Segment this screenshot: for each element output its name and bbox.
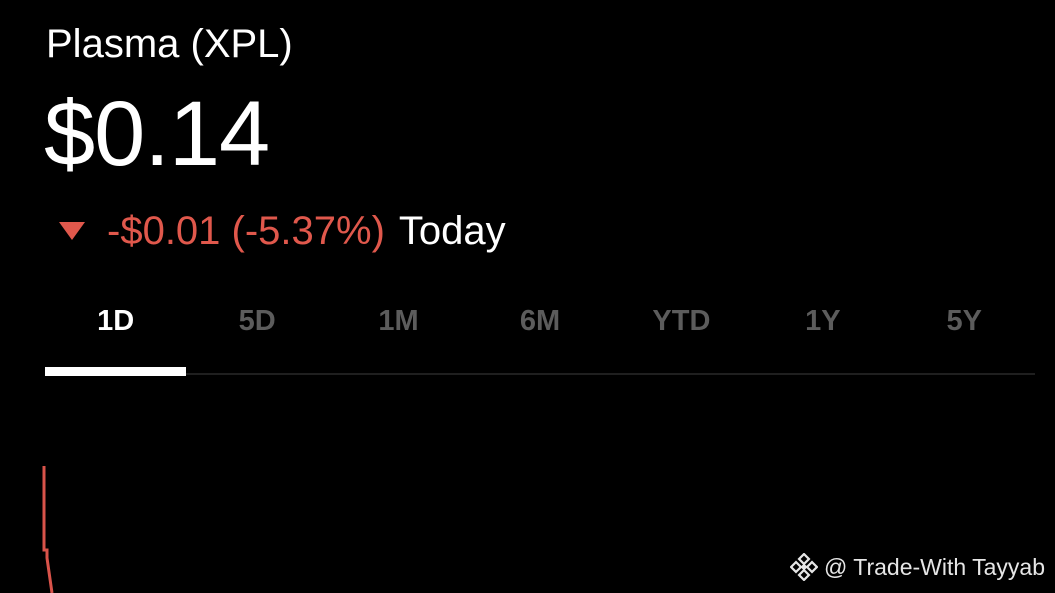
tab-label: 5D	[238, 305, 276, 337]
tab-1d[interactable]: 1D	[45, 290, 186, 376]
tab-label: 1M	[378, 305, 419, 337]
price-change-period: Today	[398, 209, 506, 253]
asset-name: Plasma (XPL)	[46, 22, 293, 66]
tab-5d[interactable]: 5D	[186, 290, 327, 376]
tab-label: 1Y	[805, 305, 841, 337]
tab-label: 6M	[519, 305, 561, 337]
current-price: $0.14	[44, 83, 270, 185]
tab-1m[interactable]: 1M	[328, 290, 469, 376]
watermark-text: @ Trade-With Tayyab	[823, 553, 1045, 580]
time-range-tabs: 1D 5D 1M 6M YTD 1Y 5Y	[45, 290, 1035, 376]
price-change-text: -$0.01 (-5.37%)	[107, 209, 385, 253]
tab-1y[interactable]: 1Y	[752, 290, 893, 376]
tabs-divider	[45, 373, 1035, 375]
tab-label: 5Y	[946, 305, 982, 337]
price-line	[42, 466, 54, 593]
tab-label: 1D	[97, 305, 135, 337]
binance-diamond-icon	[789, 552, 819, 582]
tab-label: YTD	[652, 305, 711, 337]
triangle-down-icon	[57, 205, 93, 257]
selected-tab-indicator	[45, 367, 186, 376]
tab-5y[interactable]: 5Y	[894, 290, 1035, 376]
tab-6m[interactable]: 6M	[469, 290, 610, 376]
tab-ytd[interactable]: YTD	[611, 290, 752, 376]
watermark: @ Trade-With Tayyab	[789, 550, 1045, 584]
price-change-row: -$0.01 (-5.37%) Today	[57, 205, 506, 257]
